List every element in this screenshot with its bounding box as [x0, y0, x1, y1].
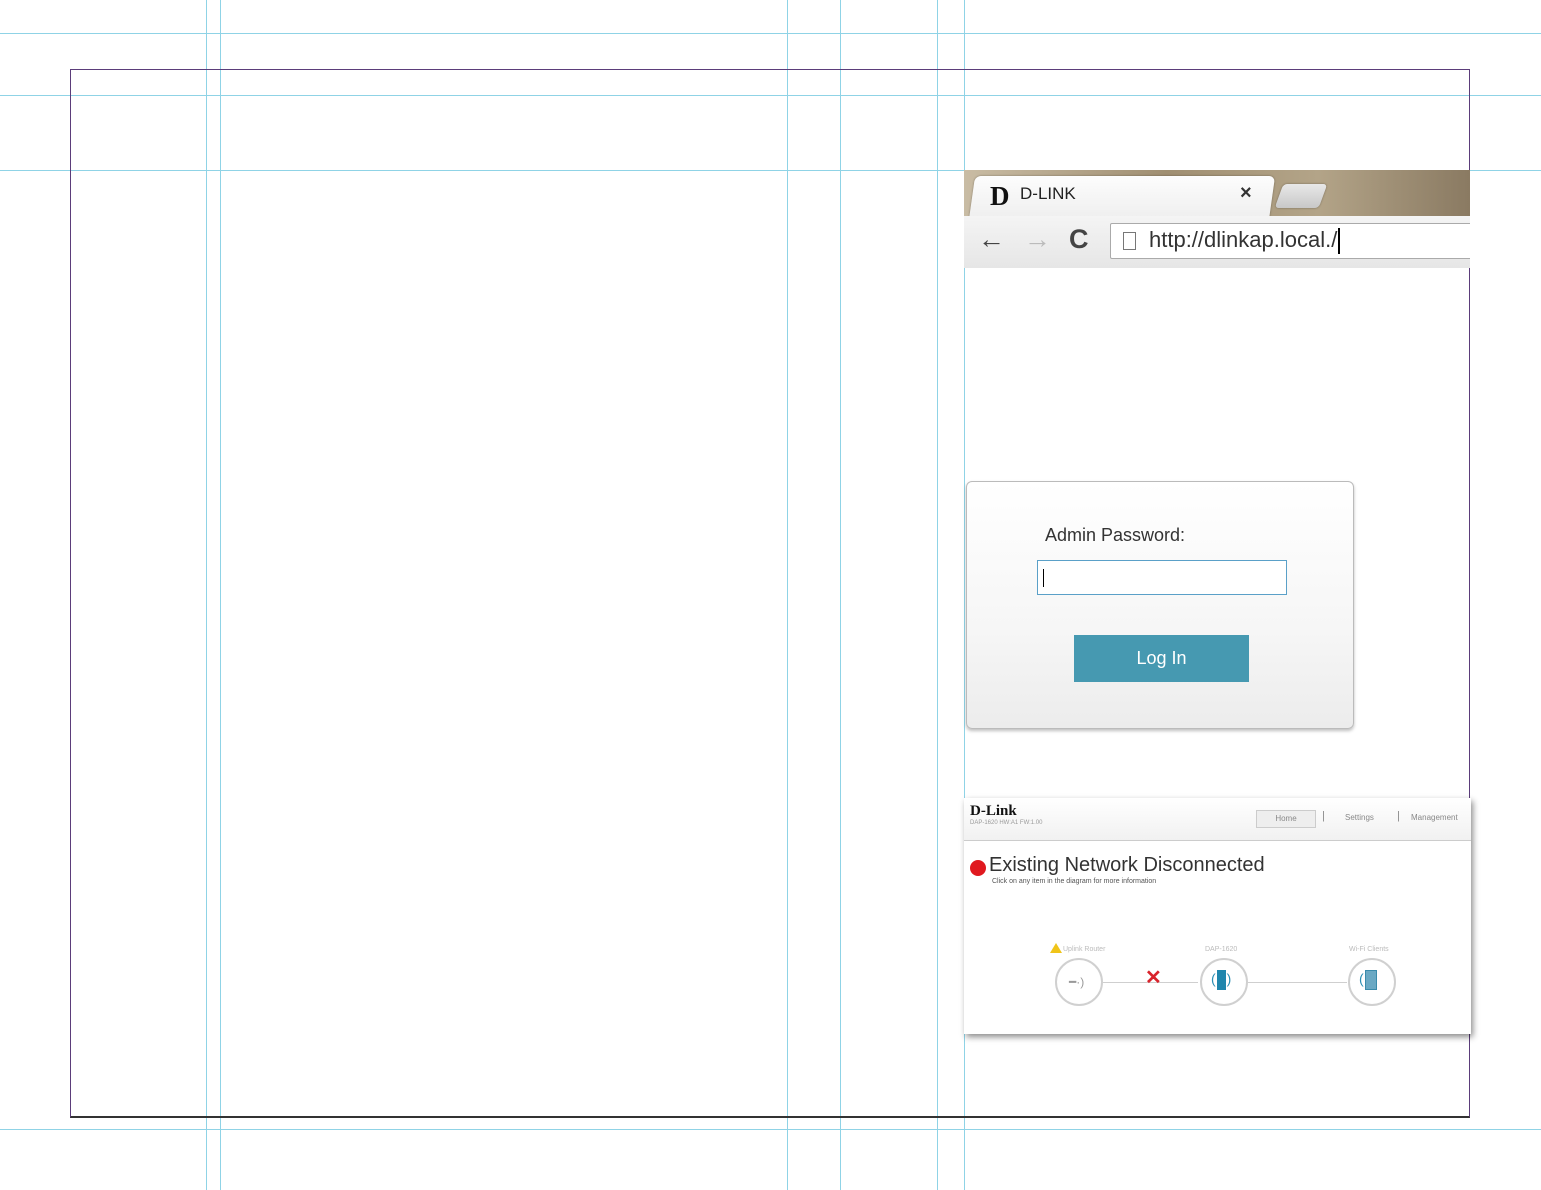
router-icon: ━·)	[1069, 975, 1085, 989]
model-info: DAP-1620 HW:A1 FW:1.00	[970, 820, 1043, 826]
wifi-client-icon: (	[1359, 970, 1377, 990]
browser-tab[interactable]	[968, 176, 1276, 220]
reload-icon[interactable]: C	[1069, 224, 1089, 254]
ap-label: DAP-1620	[1205, 946, 1238, 953]
login-panel: Admin Password: Log In	[966, 481, 1354, 729]
clients-node[interactable]: (	[1348, 958, 1396, 1006]
status-title: Existing Network Disconnected	[989, 854, 1265, 876]
clients-label: Wi-Fi Clients	[1349, 946, 1389, 953]
dashboard-header: D-Link DAP-1620 HW:A1 FW:1.00 Home | Set…	[964, 798, 1471, 841]
browser-window: D D-LINK × ← → C http://dlinkap.local./	[964, 170, 1470, 268]
status-dot-icon	[970, 860, 986, 876]
login-button[interactable]: Log In	[1074, 635, 1249, 682]
nav-separator: |	[1322, 810, 1325, 822]
dlink-favicon-icon: D	[990, 181, 1010, 211]
nav-settings-tab[interactable]: Settings	[1345, 813, 1374, 822]
router-node[interactable]: ━·)	[1055, 958, 1103, 1006]
connection-line	[1248, 982, 1347, 983]
tab-title: D-LINK	[1020, 184, 1076, 203]
guide-line	[0, 33, 1541, 34]
url-text[interactable]: http://dlinkap.local./	[1149, 227, 1341, 255]
text-caret	[1338, 228, 1341, 255]
url-value: http://dlinkap.local./	[1149, 227, 1338, 252]
new-tab-button[interactable]	[1274, 184, 1328, 208]
warning-icon	[1050, 943, 1062, 953]
router-label: Uplink Router	[1063, 946, 1106, 953]
page-icon	[1123, 232, 1136, 250]
ap-node[interactable]: ()	[1200, 958, 1248, 1006]
nav-management-tab[interactable]: Management	[1411, 813, 1458, 822]
status-subtitle: Click on any item in the diagram for mor…	[992, 878, 1157, 885]
address-bar[interactable]: http://dlinkap.local./	[1110, 223, 1470, 259]
nav-separator: |	[1397, 810, 1400, 822]
browser-toolbar: ← → C http://dlinkap.local./	[964, 216, 1470, 268]
access-point-icon: ()	[1211, 970, 1231, 990]
close-icon[interactable]: ×	[1240, 182, 1252, 205]
password-label: Admin Password:	[1045, 525, 1186, 545]
dashboard-screenshot: D-Link DAP-1620 HW:A1 FW:1.00 Home | Set…	[964, 798, 1471, 1034]
back-arrow-icon[interactable]: ←	[978, 224, 1005, 254]
text-caret	[1043, 569, 1044, 587]
forward-arrow-icon[interactable]: →	[1024, 224, 1051, 254]
dlink-logo: D-Link	[970, 803, 1017, 819]
disconnected-icon: ✕	[1145, 967, 1162, 989]
password-input[interactable]	[1037, 560, 1287, 595]
guide-line	[0, 1129, 1541, 1130]
nav-home-tab[interactable]: Home	[1256, 810, 1316, 828]
